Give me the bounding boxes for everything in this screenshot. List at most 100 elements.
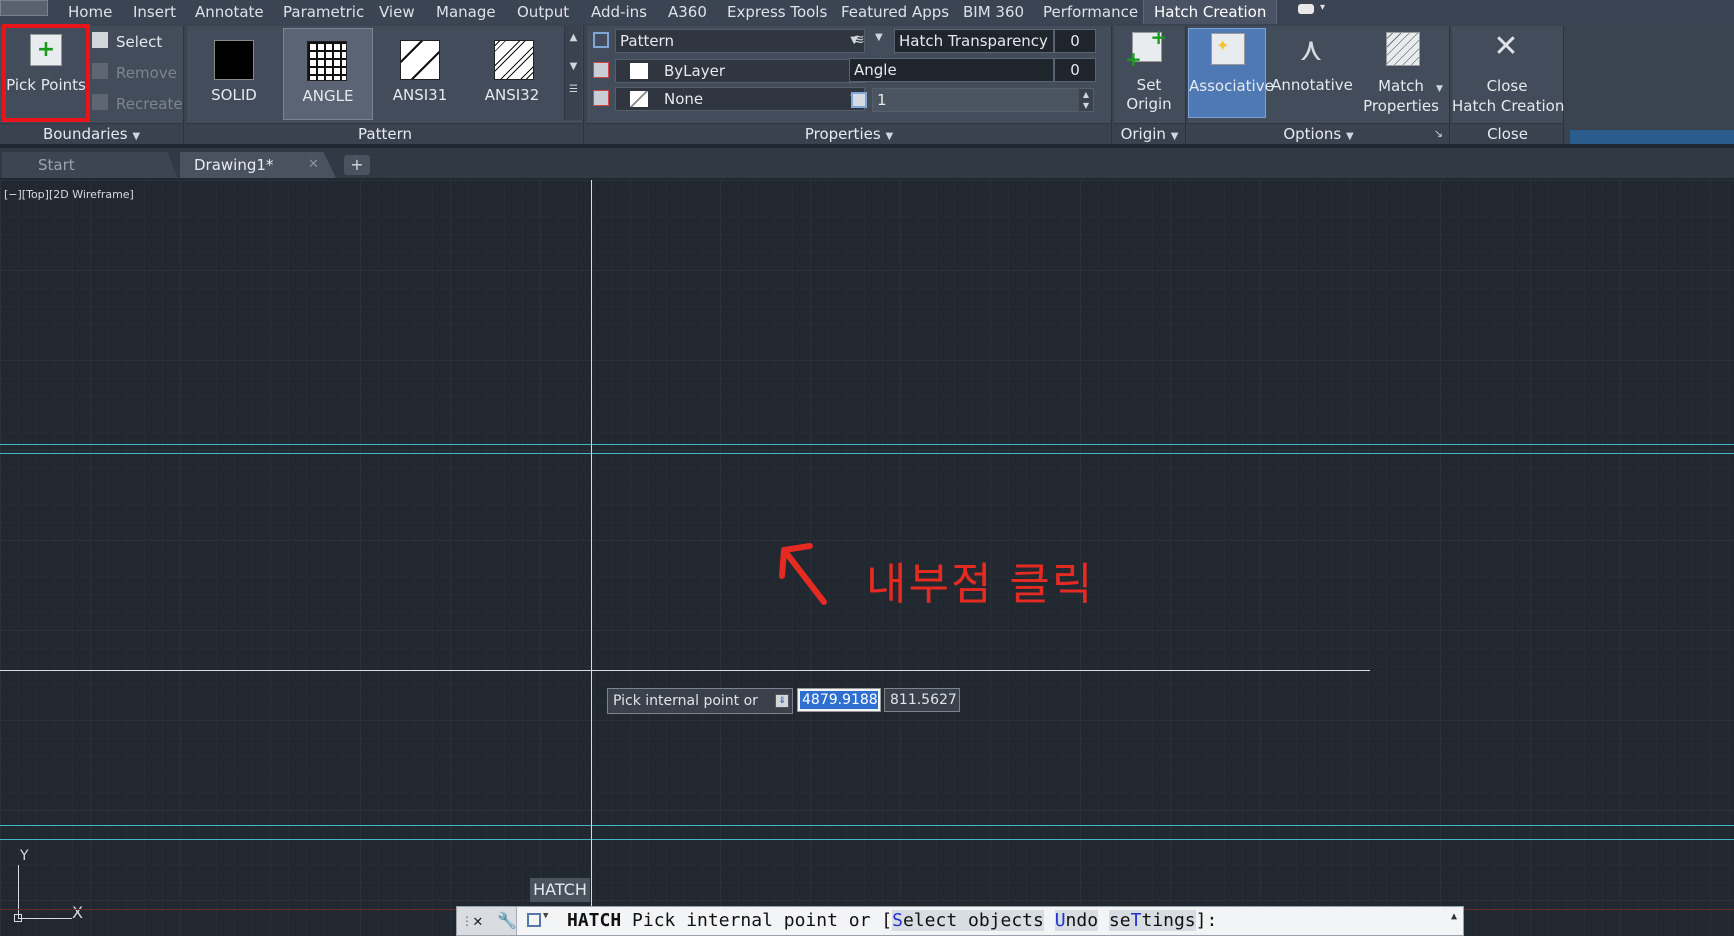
boundaries-panel-footer[interactable]: Boundaries ▼ — [0, 123, 183, 144]
pattern-gallery-scroll[interactable]: ▲ ▼ ☰ — [564, 26, 582, 120]
tab-drawing1[interactable]: Drawing1* ✕ — [180, 152, 336, 178]
tab-a360[interactable]: A360 — [666, 0, 709, 24]
hatch-type-dropdown[interactable]: Pattern ▼ — [615, 29, 865, 53]
scale-input[interactable]: 1 ▲ ▼ — [872, 88, 1094, 112]
chevron-down-icon[interactable]: ▼ — [1436, 84, 1443, 94]
close-panel-footer: Close — [1452, 123, 1563, 144]
hatch-color-dropdown[interactable]: ByLayer ▼ — [615, 59, 865, 83]
ribbon-tab-bar: Home Insert Annotate Parametric View Man… — [0, 0, 1734, 24]
background-color-dropdown[interactable]: None ▼ — [615, 87, 865, 111]
crosshair-vertical — [591, 180, 592, 906]
y-coordinate-input[interactable]: 811.5627 — [884, 688, 960, 712]
option-select-objects[interactable]: Select objects — [892, 910, 1044, 931]
pick-points-button[interactable]: + Pick Points — [6, 28, 86, 118]
transparency-layers-icon[interactable]: ≋ — [853, 32, 871, 48]
application-menu-button[interactable] — [0, 0, 48, 16]
hatch-type-value: Pattern — [620, 32, 674, 50]
associative-toggle[interactable]: ✦ Associative — [1188, 28, 1274, 118]
dynamic-prompt-text: Pick internal point or — [613, 693, 758, 709]
background-color-icon — [593, 90, 609, 106]
pattern-angle[interactable]: ANGLE — [283, 28, 373, 120]
set-origin-icon: + + — [1125, 25, 1167, 71]
camera-icon[interactable] — [1298, 4, 1314, 14]
close-icon[interactable]: ✕ — [473, 907, 483, 935]
tab-bim-360[interactable]: BIM 360 — [961, 0, 1026, 24]
drawing-line — [0, 825, 1734, 826]
chevron-down-icon[interactable]: ▾ — [1320, 2, 1325, 13]
tab-start[interactable]: Start — [2, 152, 178, 178]
close-panel: ✕ Close Hatch Creation Close — [1452, 26, 1564, 144]
command-prompt-text: Pick internal point or [ — [632, 910, 893, 931]
close-icon: ✕ — [1493, 29, 1519, 64]
pattern-ansi31[interactable]: ANSI31 — [375, 26, 465, 120]
option-undo[interactable]: Undo — [1054, 910, 1099, 931]
chevron-down-icon[interactable]: ▼ — [543, 911, 548, 921]
set-origin-button[interactable]: + + Set Origin — [1114, 25, 1184, 120]
tab-start-label: Start — [38, 156, 75, 174]
command-prompt: HATCH Pick internal point or [Select obj… — [567, 907, 1217, 935]
option-settings[interactable]: seTtings — [1108, 910, 1196, 931]
x-coordinate-input[interactable]: 4879.9188 — [797, 688, 881, 712]
viewport-controls[interactable]: [−][Top][2D Wireframe] — [4, 188, 134, 201]
tab-featured-apps[interactable]: Featured Apps — [839, 0, 951, 24]
annotative-icon: ⋏ — [1299, 30, 1323, 68]
ucs-x-axis — [18, 918, 72, 919]
annotative-toggle[interactable]: ⋏ Annotative — [1270, 26, 1354, 120]
scroll-down-icon[interactable]: ▼ — [565, 61, 582, 72]
close-tab-icon[interactable]: ✕ — [308, 152, 319, 178]
tab-output[interactable]: Output — [515, 0, 571, 24]
tab-home[interactable]: Home — [66, 0, 114, 24]
tab-hatch-creation[interactable]: Hatch Creation — [1143, 0, 1278, 24]
pick-points-label: Pick Points — [6, 76, 86, 94]
angle-input[interactable]: 0 — [1054, 58, 1096, 82]
chevron-down-icon: ▼ — [1170, 131, 1179, 142]
options-down-icon[interactable]: ⇓ — [775, 694, 789, 708]
tab-manage[interactable]: Manage — [434, 0, 498, 24]
command-prompt-end: ]: — [1195, 910, 1218, 931]
tab-performance[interactable]: Performance — [1041, 0, 1140, 24]
grip-icon[interactable]: ⋮ — [461, 907, 473, 935]
wrench-icon[interactable]: 🔧 — [497, 907, 517, 935]
remove-boundary-button[interactable]: Remove — [116, 64, 177, 82]
command-line[interactable]: ⋮ ✕ 🔧 ▼ HATCH Pick internal point or [Se… — [456, 906, 1464, 936]
history-expand-icon[interactable]: ▲ — [1451, 911, 1457, 922]
solid-swatch-icon — [214, 40, 254, 80]
ansi31-pattern-icon — [400, 40, 440, 80]
ansi32-pattern-icon — [494, 40, 534, 80]
select-boundary-button[interactable]: Select — [116, 33, 162, 51]
new-tab-button[interactable]: + — [344, 155, 370, 175]
recent-commands-icon[interactable] — [527, 913, 541, 927]
scroll-up-icon[interactable]: ▲ — [565, 32, 582, 43]
pattern-ansi32[interactable]: ANSI32 — [467, 26, 557, 120]
gallery-expand-icon[interactable]: ☰ — [565, 84, 582, 95]
tab-add-ins[interactable]: Add-ins — [589, 0, 649, 24]
remove-boundary-icon — [92, 63, 108, 79]
associative-label: Associative — [1189, 77, 1274, 95]
dialog-launcher-icon[interactable]: ↘ — [1434, 124, 1443, 144]
tab-insert[interactable]: Insert — [131, 0, 178, 24]
x-coordinate-value: 4879.9188 — [800, 691, 878, 709]
properties-panel-footer[interactable]: Properties ▼ — [587, 123, 1111, 144]
recreate-boundary-button[interactable]: Recreate — [116, 95, 183, 113]
match-properties-icon — [1386, 32, 1420, 66]
scale-icon — [851, 92, 867, 108]
set-origin-label-1: Set — [1136, 76, 1162, 94]
match-properties-button[interactable]: Match Properties ▼ — [1358, 26, 1446, 120]
options-panel-footer[interactable]: Options ▼ ↘ — [1188, 123, 1449, 144]
chevron-down-icon[interactable]: ▼ — [875, 32, 883, 43]
tab-view[interactable]: View — [377, 0, 417, 24]
select-boundary-icon — [92, 32, 108, 48]
chevron-down-icon: ▼ — [1345, 131, 1354, 142]
close-label-2: Hatch Creation — [1452, 97, 1565, 115]
command-name: HATCH — [567, 910, 622, 931]
scale-spinner[interactable]: ▲ ▼ — [1079, 89, 1093, 111]
hatch-transparency-input[interactable]: 0 — [1054, 29, 1096, 53]
tab-express-tools[interactable]: Express Tools — [725, 0, 829, 24]
tab-annotate[interactable]: Annotate — [193, 0, 266, 24]
pattern-solid[interactable]: SOLID — [187, 26, 277, 120]
close-hatch-creation-button[interactable]: ✕ Close Hatch Creation — [1452, 26, 1565, 120]
match-label-1: Match — [1378, 77, 1424, 95]
origin-panel-footer[interactable]: Origin ▼ — [1114, 123, 1185, 144]
dynamic-prompt: Pick internal point or ⇓ — [607, 688, 793, 714]
tab-parametric[interactable]: Parametric — [281, 0, 366, 24]
